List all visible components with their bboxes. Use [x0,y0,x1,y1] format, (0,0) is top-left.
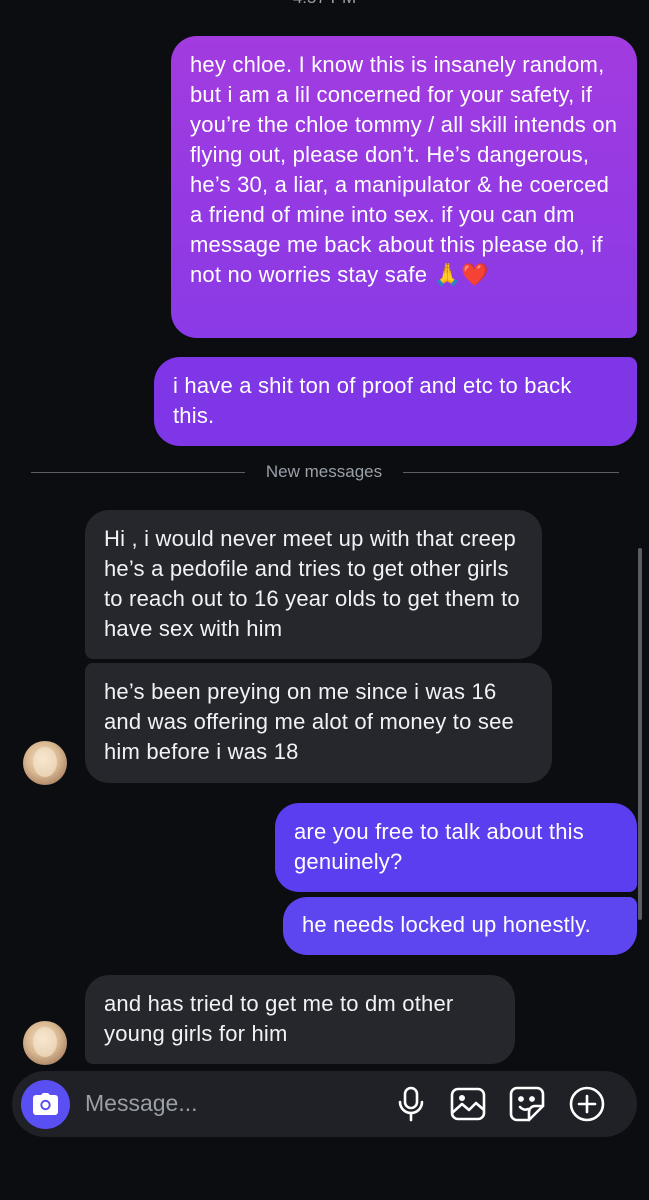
gallery-icon [450,1087,486,1121]
camera-icon [33,1093,58,1115]
avatar[interactable] [23,1021,67,1065]
divider-line-left [31,472,245,473]
microphone-button[interactable] [392,1085,430,1123]
microphone-icon [398,1086,424,1122]
more-button[interactable] [568,1085,606,1123]
message-input[interactable]: Message... [85,1090,198,1117]
message-sent[interactable]: hey chloe. I know this is insanely rando… [171,36,637,338]
camera-button[interactable] [21,1080,70,1129]
divider-line-right [403,472,619,473]
message-sent[interactable]: i have a shit ton of proof and etc to ba… [154,357,637,446]
sticker-button[interactable] [508,1085,546,1123]
message-sent[interactable]: are you free to talk about this genuinel… [275,803,637,892]
avatar[interactable] [23,741,67,785]
message-received[interactable]: he’s been preying on me since i was 16 a… [85,663,552,783]
gallery-button[interactable] [449,1085,487,1123]
message-composer: Message... [12,1071,637,1137]
message-received[interactable]: Hi , i would never meet up with that cre… [85,510,542,659]
plus-circle-icon [569,1086,605,1122]
message-sent[interactable]: he needs locked up honestly. [283,897,637,955]
new-messages-label: New messages [265,462,383,481]
timestamp: 4:57 PM [0,0,649,8]
sticker-icon [509,1086,545,1122]
message-received[interactable]: and has tried to get me to dm other youn… [85,975,515,1064]
scrollbar[interactable] [638,548,642,920]
